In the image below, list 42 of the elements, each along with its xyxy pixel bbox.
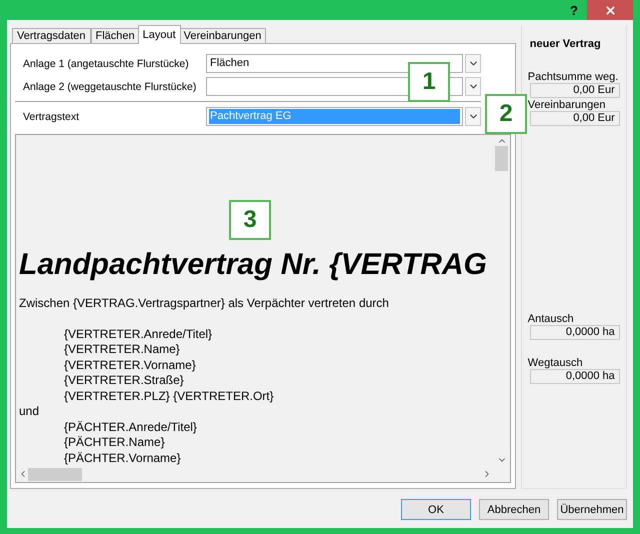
- summary-label: Antausch: [528, 313, 575, 325]
- document-line: {PÄCHTER.Anrede/Titel}: [63, 420, 197, 435]
- dropdown-field[interactable]: Flächen: [206, 54, 463, 73]
- document-line: {VERTRETER.PLZ} {VERTRETER.Ort}: [63, 388, 274, 404]
- panel-title: neuer Vertrag: [530, 38, 602, 50]
- dialog-button[interactable]: Abbrechen: [479, 499, 549, 520]
- field-label: Anlage 1 (angetauschte Flurstücke): [23, 58, 190, 70]
- document-line: und: [19, 404, 40, 420]
- scrollbar-thumb[interactable]: [495, 146, 508, 171]
- callout-number: 1: [408, 62, 450, 102]
- document-line: Zwischen {VERTRAG.Vertragspartner} als Verpächter vertreten durch: [19, 296, 389, 312]
- document-line: {PÄCHTER.Vorname}: [63, 450, 181, 466]
- tab[interactable]: Vertragsdaten: [12, 28, 90, 44]
- document-line: {PÄCHTER.Name}: [63, 435, 165, 450]
- summary-value: 0,00 Eur: [530, 111, 620, 126]
- field-label: Vertragstext: [23, 110, 80, 122]
- summary-label: Pachtsumme weg.: [528, 71, 620, 83]
- callout-number: 3: [229, 200, 271, 240]
- callout-number: 2: [485, 94, 527, 134]
- document-line: {VERTRETER.Name}: [63, 342, 180, 358]
- document-line: {VERTRETER.Straße}: [63, 373, 184, 388]
- tab[interactable]: Layout: [138, 25, 181, 44]
- summary-value: 0,0000 ha: [530, 369, 620, 384]
- dialog-button[interactable]: OK: [401, 499, 471, 520]
- dropdown-button[interactable]: [465, 107, 481, 126]
- field-label: Anlage 2 (weggetauschte Flurstücke): [23, 80, 198, 92]
- document-line: {VERTRETER.Anrede/Titel}: [63, 326, 212, 342]
- summary-label: Wegtausch: [528, 357, 584, 369]
- tab[interactable]: Flächen: [90, 28, 140, 44]
- tab[interactable]: Vereinbarungen: [178, 28, 266, 44]
- close-icon[interactable]: [604, 4, 616, 16]
- summary-value: 0,00 Eur: [530, 83, 620, 98]
- document-line: {VERTRETER.Vorname}: [63, 358, 196, 373]
- help-button[interactable]: ?: [561, 0, 587, 20]
- dialog-button[interactable]: Übernehmen: [557, 499, 627, 520]
- scrollbar-thumb[interactable]: [28, 468, 82, 480]
- close-button[interactable]: [587, 0, 633, 20]
- summary-label: Vereinbarungen: [528, 99, 606, 111]
- dropdown-button[interactable]: [465, 54, 481, 73]
- summary-value: 0,0000 ha: [530, 325, 620, 340]
- dropdown-button[interactable]: [465, 77, 481, 96]
- document-heading: Landpachtvertrag Nr. {VERTRAG: [19, 248, 487, 282]
